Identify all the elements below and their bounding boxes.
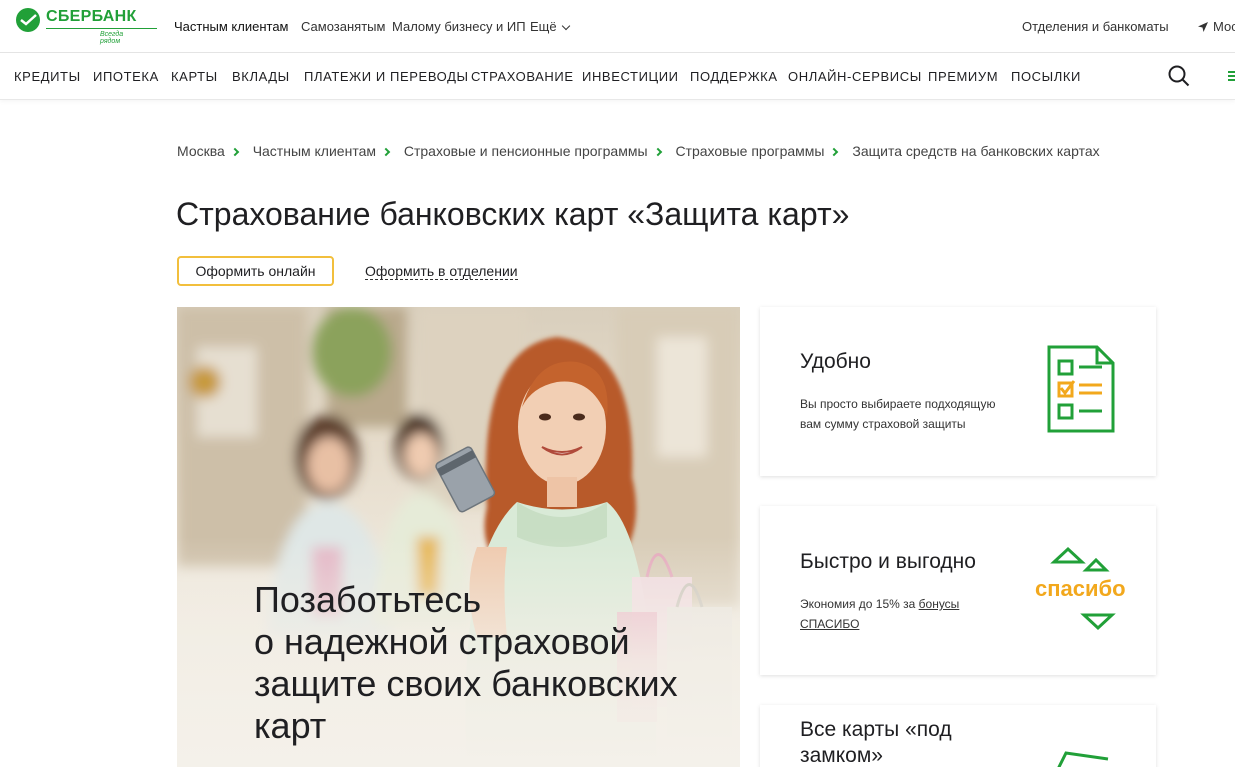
card-title: Все карты «под замком» <box>800 717 952 767</box>
segment-more-label: Ещё <box>530 19 557 34</box>
login-icon[interactable] <box>1226 65 1235 87</box>
hero-line: Позаботьтесь <box>254 579 482 620</box>
sberbank-logo-icon <box>16 8 40 32</box>
nav-support[interactable]: ПОДДЕРЖКА <box>690 69 778 84</box>
hero-headline: Позаботьтесь о надежной страховой защите… <box>254 579 678 747</box>
nav-credits[interactable]: КРЕДИТЫ <box>14 69 81 84</box>
chevron-right-icon <box>653 147 662 157</box>
nav-mortgage[interactable]: ИПОТЕКА <box>93 69 159 84</box>
nav-insurance[interactable]: СТРАХОВАНИЕ <box>471 69 574 84</box>
city-label: Мос <box>1213 19 1235 34</box>
sberbank-logo[interactable]: СБЕРБАНК Всегда рядом <box>15 7 157 45</box>
hero-line: защите своих банковских <box>254 663 678 704</box>
hero-line: о надежной страховой <box>254 621 630 662</box>
nav-online-services[interactable]: ОНЛАЙН-СЕРВИСЫ <box>788 69 922 84</box>
nav-cards[interactable]: КАРТЫ <box>171 69 218 84</box>
brand-slogan: Всегда рядом <box>100 31 124 45</box>
checklist-icon <box>1047 345 1115 433</box>
city-selector[interactable]: Мос <box>1197 19 1235 34</box>
card-text: Экономия до 15% за бонусы СПАСИБО <box>800 594 959 634</box>
nav-investments[interactable]: ИНВЕСТИЦИИ <box>582 69 679 84</box>
card-text-line: Вы просто выбираете подходящую <box>800 397 996 411</box>
chevron-down-icon <box>561 21 570 31</box>
spasibo-link[interactable]: СПАСИБО <box>800 617 859 631</box>
lock-icon <box>1057 751 1109 767</box>
breadcrumb-item[interactable]: Москва <box>177 143 225 159</box>
segment-self-employed[interactable]: Самозанятым <box>301 19 385 34</box>
feature-card-convenient: Удобно Вы просто выбираете подходящую ва… <box>760 307 1156 476</box>
segment-more-dropdown[interactable]: Ещё <box>530 19 570 34</box>
apply-online-button[interactable]: Оформить онлайн <box>177 256 334 286</box>
logo-divider <box>46 28 157 29</box>
card-text-line: Экономия до 15% за <box>800 597 919 611</box>
breadcrumb-item[interactable]: Страховые программы <box>675 143 824 159</box>
spasibo-icon: спасибо <box>1032 546 1132 636</box>
branches-link[interactable]: Отделения и банкоматы <box>1022 19 1169 34</box>
breadcrumb-item[interactable]: Частным клиентам <box>253 143 376 159</box>
top-bar: СБЕРБАНК Всегда рядом Частным клиентам С… <box>0 0 1235 53</box>
nav-parcels[interactable]: ПОСЫЛКИ <box>1011 69 1081 84</box>
feature-card-locked-cards: Все карты «под замком» <box>760 705 1156 767</box>
chevron-right-icon <box>381 147 391 157</box>
location-arrow-icon <box>1198 22 1208 32</box>
nav-payments[interactable]: ПЛАТЕЖИ И ПЕРЕВОДЫ <box>304 69 469 84</box>
chevron-right-icon <box>230 147 240 157</box>
card-text-line: вам сумму страховой защиты <box>800 417 966 431</box>
card-text: Вы просто выбираете подходящую вам сумму… <box>800 394 995 434</box>
breadcrumb: Москва Частным клиентам Страховые и пенс… <box>177 143 1100 159</box>
segment-private-clients[interactable]: Частным клиентам <box>174 19 289 34</box>
hero-banner: Позаботьтесь о надежной страховой защите… <box>177 307 740 767</box>
breadcrumb-item[interactable]: Страховые и пенсионные программы <box>404 143 648 159</box>
nav-premium[interactable]: ПРЕМИУМ <box>928 69 998 84</box>
breadcrumb-current: Защита средств на банковских картах <box>852 143 1100 159</box>
feature-card-fast-profitable: Быстро и выгодно Экономия до 15% за бону… <box>760 506 1156 675</box>
chevron-right-icon <box>830 147 839 157</box>
segment-small-business[interactable]: Малому бизнесу и ИП <box>392 19 526 34</box>
card-title: Удобно <box>800 350 871 373</box>
search-icon[interactable] <box>1168 65 1190 87</box>
hero-line: карт <box>254 705 327 746</box>
bonus-link[interactable]: бонусы <box>919 597 960 611</box>
page-title: Страхование банковских карт «Защита карт… <box>176 196 850 232</box>
card-title: Быстро и выгодно <box>800 550 976 573</box>
card-title-line: Все карты «под <box>800 718 952 741</box>
brand-name: СБЕРБАНК <box>46 8 137 25</box>
nav-deposits[interactable]: ВКЛАДЫ <box>232 69 290 84</box>
apply-in-branch-link[interactable]: Оформить в отделении <box>365 264 518 280</box>
spasibo-logo-text: спасибо <box>1035 576 1126 601</box>
card-title-line: замком» <box>800 744 883 767</box>
main-nav: КРЕДИТЫ ИПОТЕКА КАРТЫ ВКЛАДЫ ПЛАТЕЖИ И П… <box>0 53 1235 100</box>
